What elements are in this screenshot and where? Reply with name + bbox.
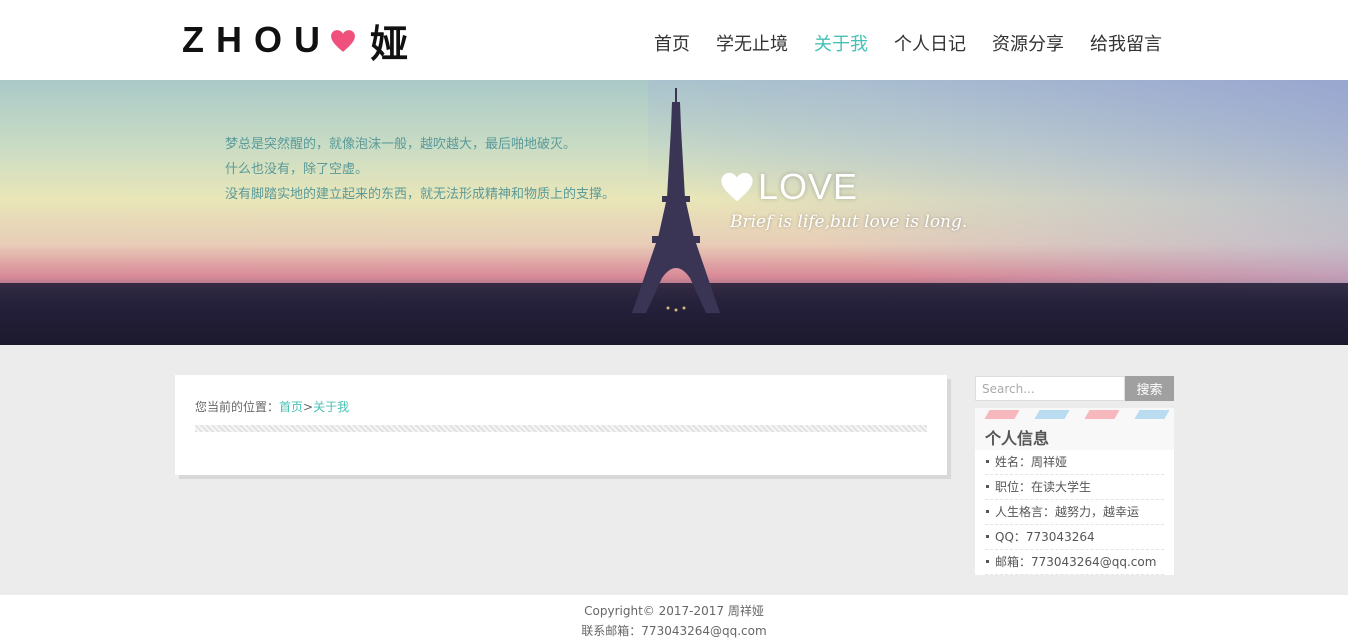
logo-text: ZHOU [182,19,332,60]
site-logo[interactable]: ZHOU 娅 [182,18,408,66]
nav-resources[interactable]: 资源分享 [992,30,1064,56]
nav-diary[interactable]: 个人日记 [894,30,966,56]
search-box: 搜索 [975,376,1174,401]
profile-title: 个人信息 [985,429,1050,448]
profile-item-position: 职位：在读大学生 [985,475,1164,500]
banner-quote-line: 没有脚踏实地的建立起来的东西，就无法形成精神和物质上的支撑。 [225,187,616,202]
breadcrumb-prefix: 您当前的位置： [195,400,280,414]
profile-item-qq: QQ：773043264 [985,525,1164,550]
banner-quote: 梦总是突然醒的，就像泡沫一般，越吹越大，最后啪地破灭。 什么也没有，除了空虚。 … [225,132,615,207]
love-title: LOVE [758,166,859,207]
profile-item-name: 姓名：周祥娅 [985,450,1164,475]
breadcrumb-current-link[interactable]: 关于我 [313,400,349,414]
breadcrumb-separator: > [303,400,314,414]
profile-card-header: 个人信息 [975,408,1174,450]
heart-icon [721,172,753,202]
main-nav: 首页 学无止境 关于我 个人日记 资源分享 给我留言 [654,30,1162,56]
footer-copyright: Copyright© 2017-2017 周祥娅 [584,604,764,618]
main-content: 您当前的位置：首页>关于我 [175,375,947,475]
eiffel-tower-image [632,88,720,313]
heart-icon [331,30,355,52]
nav-learning[interactable]: 学无止境 [716,30,788,56]
profile-list: 姓名：周祥娅 职位：在读大学生 人生格言：越努力，越幸运 QQ：77304326… [975,450,1174,575]
search-button[interactable]: 搜索 [1125,376,1174,401]
breadcrumb-home-link[interactable]: 首页 [279,400,303,414]
profile-item-email: 邮箱：773043264@qq.com [985,550,1164,575]
nav-home[interactable]: 首页 [654,30,690,56]
site-footer: Copyright© 2017-2017 周祥娅 联系邮箱：773043264@… [0,595,1348,644]
divider-stripe [195,425,927,432]
banner-quote-line: 梦总是突然醒的，就像泡沫一般，越吹越大，最后啪地破灭。 [225,137,577,152]
site-header: ZHOU 娅 首页 学无止境 关于我 个人日记 资源分享 给我留言 [0,0,1348,80]
ribbon-decoration [975,410,1174,419]
nav-about[interactable]: 关于我 [814,30,868,56]
love-subtitle: Brief is life,but love is long. [730,212,968,232]
banner-quote-line: 什么也没有，除了空虚。 [225,162,369,177]
search-input[interactable] [975,376,1125,401]
profile-item-motto: 人生格言：越努力，越幸运 [985,500,1164,525]
nav-guestbook[interactable]: 给我留言 [1090,30,1162,56]
breadcrumb: 您当前的位置：首页>关于我 [195,398,349,415]
profile-card: 个人信息 姓名：周祥娅 职位：在读大学生 人生格言：越努力，越幸运 QQ：773… [975,408,1174,575]
footer-email: 联系邮箱：773043264@qq.com [581,624,767,638]
logo-char: 娅 [370,21,409,66]
banner: 梦总是突然醒的，就像泡沫一般，越吹越大，最后啪地破灭。 什么也没有，除了空虚。 … [0,80,1348,345]
love-caption: LOVE Brief is life,but love is long. [720,166,967,232]
